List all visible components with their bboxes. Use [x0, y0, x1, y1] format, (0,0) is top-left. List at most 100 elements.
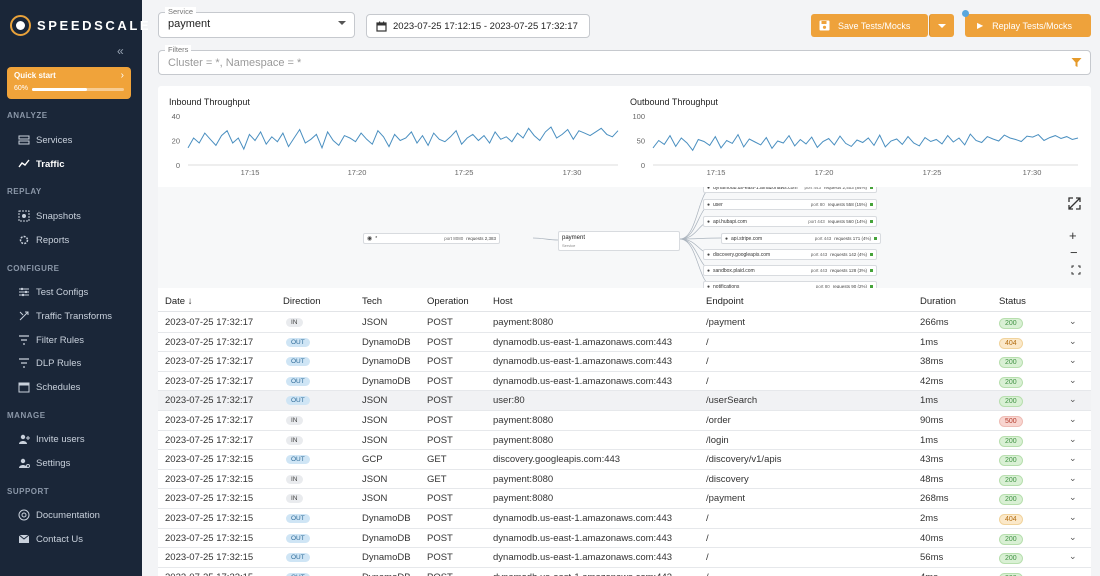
- collapse-sidebar-icon[interactable]: «: [117, 44, 124, 58]
- zoom-in-icon[interactable]: +: [1069, 228, 1077, 243]
- cell-host: dynamodb.us-east-1.amazonaws.com:443: [493, 572, 672, 576]
- date-range-picker[interactable]: 2023-07-25 17:12:15 - 2023-07-25 17:32:1…: [366, 14, 590, 38]
- target-port-value: 443: [819, 268, 828, 273]
- expand-row-chevron-icon[interactable]: ⌄: [1069, 492, 1077, 503]
- cell-date: 2023-07-25 17:32:17: [165, 317, 254, 328]
- sidebar-item-traffic-transforms[interactable]: Traffic Transforms: [18, 310, 112, 322]
- table-row[interactable]: 2023-07-25 17:32:15OUTDynamoDBPOSTdynamo…: [158, 509, 1091, 529]
- cell-endpoint: /payment: [706, 317, 746, 328]
- filter-funnel-icon[interactable]: [1071, 57, 1082, 68]
- sidebar-section-analyze: ANALYZE: [7, 111, 48, 120]
- cell-operation: POST: [427, 415, 453, 426]
- table-row[interactable]: 2023-07-25 17:32:15OUTDynamoDBPOSTdynamo…: [158, 567, 1091, 576]
- status-badge: 404: [999, 514, 1023, 525]
- expand-row-chevron-icon[interactable]: ⌄: [1069, 571, 1077, 576]
- sidebar-item-settings[interactable]: Settings: [18, 457, 70, 469]
- quick-start-card[interactable]: Quick start › 60%: [7, 67, 131, 99]
- cell-operation: POST: [427, 493, 453, 505]
- cell-operation: POST: [427, 375, 453, 387]
- graph-node-payment[interactable]: payment Service: [558, 231, 680, 251]
- table-row[interactable]: 2023-07-25 17:32:15 IN JSON GET payment:8080…: [158, 469, 1091, 490]
- cell-duration: 268ms: [920, 493, 949, 505]
- table-row[interactable]: 2023-07-25 17:32:17 OUT DynamoDB POST dynamo…: [158, 371, 1091, 392]
- col-operation: Operation: [427, 296, 469, 307]
- table-row[interactable]: 2023-07-25 17:32:17 IN JSON POST payment:808…: [158, 430, 1091, 451]
- expand-row-chevron-icon[interactable]: ⌄: [1069, 532, 1077, 543]
- sidebar-item-snapshots[interactable]: Snapshots: [18, 210, 81, 222]
- cell-operation: POST: [427, 532, 453, 544]
- expand-row-chevron-icon[interactable]: ⌄: [1069, 394, 1077, 405]
- replay-tests-button[interactable]: ▶ Replay Tests/Mocks: [965, 14, 1091, 37]
- cell-date: 2023-07-25 17:32:15: [165, 552, 254, 564]
- inbound-ytick: 20: [172, 137, 180, 146]
- cell-tech: JSON: [362, 434, 388, 446]
- graph-node-target[interactable]: ● sandbox.plaid.com port 443 requests 128 (…: [703, 265, 877, 276]
- graph-node-target[interactable]: ● dynamodb.us-east-1.amazonaws.com port 44…: [703, 187, 877, 193]
- sidebar-item-label: Settings: [36, 457, 71, 469]
- target-port-value: 443: [817, 219, 825, 224]
- expand-row-chevron-icon[interactable]: ⌄: [1069, 453, 1077, 464]
- table-row[interactable]: 2023-07-25 17:32:15 IN JSON POST payment:808…: [158, 489, 1091, 509]
- graph-node-target[interactable]: ● api.hubapi.com port 443 requests 560 (14%…: [703, 216, 877, 227]
- expand-row-chevron-icon[interactable]: ⌄: [1069, 336, 1077, 347]
- service-value: payment: [168, 18, 211, 30]
- sidebar-item-filter-rules[interactable]: Filter Rules: [18, 334, 84, 346]
- source-port: port 8080: [444, 236, 464, 241]
- cell-endpoint: /order: [706, 415, 731, 426]
- sidebar-item-label: Documentation: [36, 509, 100, 521]
- expand-row-chevron-icon[interactable]: ⌄: [1069, 512, 1077, 523]
- service-map[interactable]: ◉ * port 8080 requests 2,383 payment Ser…: [158, 187, 1091, 288]
- target-requests: requests 558 (15%): [827, 202, 867, 207]
- save-tests-button[interactable]: Save Tests/Mocks: [811, 14, 928, 37]
- table-row[interactable]: 2023-07-25 17:32:17 IN JSON POST payment:808…: [158, 411, 1091, 431]
- expand-row-chevron-icon[interactable]: ⌄: [1069, 414, 1077, 425]
- graph-node-target[interactable]: ● api.stripe.com port 443 requests 171 (4%): [721, 233, 881, 244]
- graph-node-target[interactable]: ● discovery.googleapis.com port 443 request…: [703, 249, 877, 260]
- sidebar-item-invite-users[interactable]: Invite users: [18, 433, 85, 445]
- table-row[interactable]: 2023-07-25 17:32:17 IN JSON POST payment:808…: [158, 313, 1091, 333]
- zoom-out-icon[interactable]: −: [1070, 245, 1078, 260]
- sidebar-item-reports[interactable]: Reports: [18, 234, 69, 246]
- graph-node-source[interactable]: ◉ * port 8080 requests 2,383: [363, 233, 500, 244]
- fullscreen-expand-icon[interactable]: [1068, 197, 1081, 210]
- fit-view-icon[interactable]: [1071, 265, 1081, 275]
- graph-node-target[interactable]: ● user port 80 requests 558 (15%): [703, 199, 877, 210]
- expand-row-chevron-icon[interactable]: ⌄: [1069, 355, 1077, 366]
- expand-row-chevron-icon[interactable]: ⌄: [1069, 551, 1077, 562]
- table-row[interactable]: 2023-07-25 17:32:17 OUT DynamoDB POST dynamo…: [158, 332, 1091, 353]
- cell-tech: JSON: [362, 473, 388, 485]
- table-row[interactable]: 2023-07-25 17:32:17 OUT DynamoDB POST dynamo…: [158, 352, 1091, 372]
- status-badge: 200: [999, 318, 1023, 329]
- table-row[interactable]: 2023-07-25 17:32:15OUTDynamoDBPOSTdynamo…: [158, 528, 1091, 549]
- brand-logo[interactable]: SPEEDSCALE: [10, 15, 151, 36]
- expand-row-chevron-icon[interactable]: ⌄: [1069, 434, 1077, 445]
- date-range-value: 2023-07-25 17:12:15 - 2023-07-25 17:32:1…: [393, 21, 578, 32]
- status-badge: 200: [999, 435, 1023, 447]
- expand-row-chevron-icon[interactable]: ⌄: [1069, 316, 1077, 327]
- outbound-xtick: 17:15: [707, 168, 726, 177]
- col-date[interactable]: Date ↓: [165, 296, 192, 307]
- sidebar-item-services[interactable]: Services: [18, 134, 72, 146]
- expand-row-chevron-icon[interactable]: ⌄: [1069, 473, 1077, 484]
- status-badge: 200: [999, 376, 1023, 388]
- sidebar-item-test-configs[interactable]: Test Configs: [18, 286, 88, 298]
- inbound-xtick: 17:20: [348, 168, 367, 177]
- expand-row-chevron-icon[interactable]: ⌄: [1069, 375, 1077, 386]
- sidebar-item-dlp-rules[interactable]: DLP Rules: [18, 357, 81, 369]
- cell-duration: 56ms: [920, 552, 944, 564]
- invite-users-icon: [19, 434, 30, 444]
- table-row[interactable]: 2023-07-25 17:32:17 OUT JSON POST user:80/us…: [158, 391, 1091, 411]
- sidebar-item-traffic[interactable]: Traffic: [18, 158, 65, 170]
- filters-input[interactable]: Filters Cluster = *, Namespace = *: [158, 45, 1091, 75]
- cell-endpoint: /: [706, 336, 709, 348]
- save-options-dropdown[interactable]: [929, 14, 954, 37]
- sidebar-item-documentation[interactable]: Documentation: [18, 509, 100, 521]
- table-row[interactable]: 2023-07-25 17:32:15OUTDynamoDBPOSTdynamo…: [158, 548, 1091, 568]
- service-select[interactable]: Service payment: [158, 7, 355, 38]
- sidebar-item-contact-us[interactable]: Contact Us: [18, 533, 83, 545]
- table-row[interactable]: 2023-07-25 17:32:15 OUT GCP GET discovery.go…: [158, 450, 1091, 470]
- sidebar-item-schedules[interactable]: Schedules: [18, 381, 80, 393]
- cell-operation: GET: [427, 454, 447, 466]
- graph-node-target[interactable]: ● notifications port 80 requests 90 (2%): [703, 281, 877, 288]
- inbound-throughput-chart: 40 20 0 17:15 17:20 17:25 17:30: [172, 112, 619, 177]
